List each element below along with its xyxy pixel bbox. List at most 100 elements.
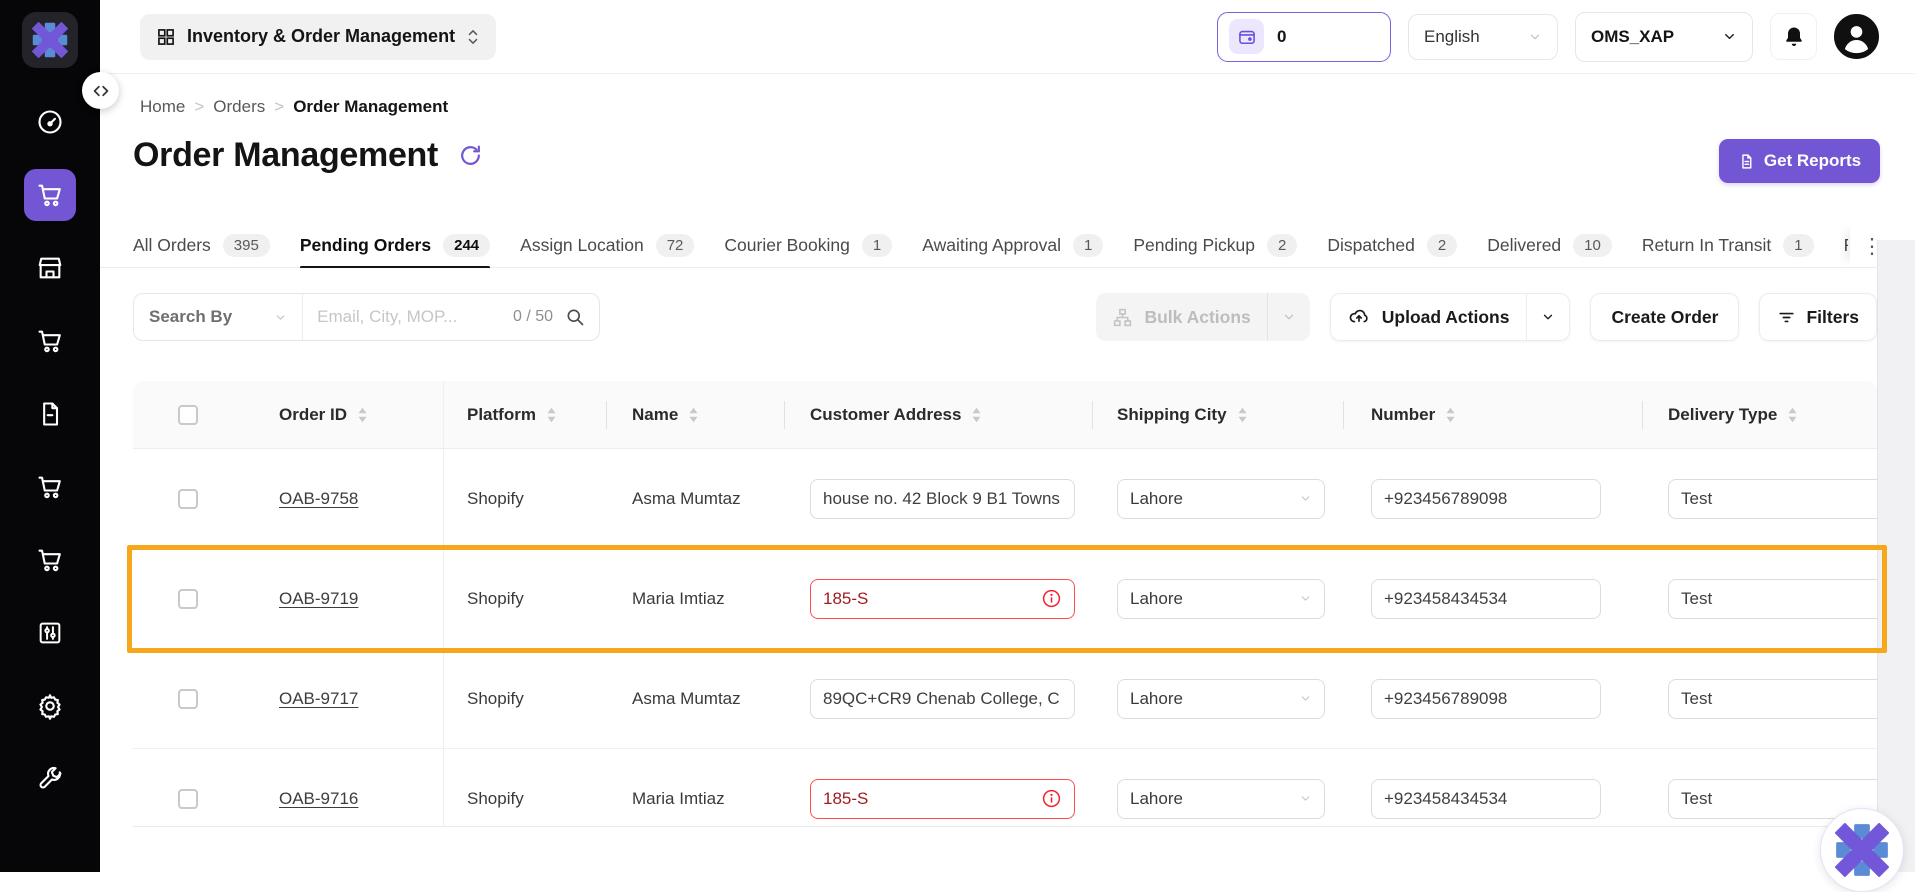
upload-actions-label: Upload Actions [1382,307,1510,328]
select-all-checkbox[interactable] [178,405,198,425]
customer-address-input[interactable]: house no. 42 Block 9 B1 Towns [810,479,1075,519]
refresh-icon [458,143,483,168]
tab-assign-location[interactable]: Assign Location 72 [520,222,694,268]
column-header-shipping-city[interactable]: Shipping City [1092,381,1343,449]
chevron-down-icon [274,311,287,324]
column-header-order-id[interactable]: Order ID [243,381,443,449]
sitemap-icon [1112,307,1133,328]
sidebar-item-orders[interactable] [24,169,76,221]
tab-count-badge: 244 [443,234,490,257]
corner-brand-badge[interactable] [1820,808,1904,892]
workspace-select[interactable]: OMS_XAP [1575,12,1753,62]
row-checkbox[interactable] [178,789,198,809]
order-id-link[interactable]: OAB-9717 [279,689,358,708]
order-id-link[interactable]: OAB-9716 [279,789,358,808]
cart-icon [36,473,64,501]
tab-delivered[interactable]: Delivered 10 [1487,222,1612,268]
number-input[interactable]: +923458434534 [1371,579,1601,619]
sidebar-item-purchases[interactable] [24,534,76,586]
workspace-value: OMS_XAP [1591,27,1674,47]
wallet-button[interactable]: 0 [1217,12,1391,62]
search-by-label: Search By [149,307,232,327]
sidebar-item-settings[interactable] [24,680,76,732]
document-icon [36,400,64,428]
notifications-button[interactable] [1770,13,1817,60]
row-checkbox[interactable] [178,689,198,709]
refresh-button[interactable] [458,143,483,168]
language-select[interactable]: English [1408,14,1558,60]
error-info-icon [1041,588,1062,609]
row-checkbox[interactable] [178,589,198,609]
tab-all-orders[interactable]: All Orders 395 [133,222,270,268]
breadcrumb-orders[interactable]: Orders [213,97,265,117]
delivery-type-input[interactable]: Test [1668,579,1877,619]
breadcrumb-home[interactable]: Home [140,97,185,117]
cart-icon [36,327,64,355]
sidebar-item-adjustments[interactable] [24,607,76,659]
sidebar [0,0,100,872]
app-logo[interactable] [22,12,78,68]
sidebar-item-dashboard[interactable] [24,96,76,148]
fixed-column-divider [443,381,444,826]
customer-address-input[interactable]: 185-S [810,779,1075,819]
toolbar-actions: Bulk Actions Upload Actions Create Order [1096,293,1877,341]
bulk-actions-button[interactable]: Bulk Actions [1096,293,1309,341]
column-header-platform[interactable]: Platform [443,381,606,449]
column-header-name[interactable]: Name [606,381,784,449]
sidebar-item-procurement[interactable] [24,315,76,367]
row-checkbox[interactable] [178,489,198,509]
chevron-down-icon [1299,692,1312,705]
sidebar-item-sales[interactable] [24,461,76,513]
upload-actions-button[interactable]: Upload Actions [1330,293,1571,341]
customer-address-input[interactable]: 185-S [810,579,1075,619]
sidebar-item-store[interactable] [24,242,76,294]
search-by-select[interactable]: Search By [134,307,302,327]
shipping-city-select[interactable]: Lahore [1117,679,1325,719]
table-row: OAB-9719 Shopify Maria Imtiaz 185-S Laho… [133,549,1877,649]
tab-count-badge: 2 [1267,234,1297,257]
create-order-button[interactable]: Create Order [1590,293,1739,341]
column-header-number[interactable]: Number [1343,381,1642,449]
number-input[interactable]: +923456789098 [1371,679,1601,719]
name-cell: Asma Mumtaz [632,689,741,708]
tab-pending-pickup[interactable]: Pending Pickup 2 [1133,222,1297,268]
search-button[interactable] [565,307,585,327]
tab-count-badge: 1 [862,234,892,257]
flower-logo-icon [1835,823,1889,877]
bell-icon [1782,25,1806,49]
delivery-type-input[interactable]: Test [1668,479,1877,519]
platform-cell: Shopify [467,589,524,608]
chevron-down-icon [1299,792,1312,805]
sort-icon [1787,406,1798,424]
tab-pending-orders[interactable]: Pending Orders 244 [300,222,490,268]
shipping-city-select[interactable]: Lahore [1117,779,1325,819]
tab-return-in-transit[interactable]: Return In Transit 1 [1642,222,1814,268]
filters-button[interactable]: Filters [1759,293,1877,341]
delivery-type-input[interactable]: Test [1668,679,1877,719]
number-input[interactable]: +923456789098 [1371,479,1601,519]
app-switcher[interactable]: Inventory & Order Management [140,14,496,60]
customer-address-input[interactable]: 89QC+CR9 Chenab College, C [810,679,1075,719]
number-input[interactable]: +923458434534 [1371,779,1601,819]
tab-courier-booking[interactable]: Courier Booking 1 [724,222,892,268]
tab-awaiting-approval[interactable]: Awaiting Approval 1 [922,222,1103,268]
user-avatar[interactable] [1834,14,1879,59]
order-id-link[interactable]: OAB-9758 [279,489,358,508]
column-header-customer-address[interactable]: Customer Address [784,381,1092,449]
sidebar-item-tools[interactable] [24,753,76,805]
sidebar-collapse-toggle[interactable] [82,72,119,109]
search-input[interactable] [303,307,509,327]
tab-dispatched[interactable]: Dispatched 2 [1327,222,1457,268]
platform-cell: Shopify [467,689,524,708]
shipping-city-select[interactable]: Lahore [1117,579,1325,619]
sort-icon [1445,406,1456,424]
language-value: English [1424,27,1480,47]
get-reports-button[interactable]: Get Reports [1719,139,1880,183]
sidebar-item-documents[interactable] [24,388,76,440]
order-id-link[interactable]: OAB-9719 [279,589,358,608]
appstore-grid-icon [156,27,176,47]
shipping-city-select[interactable]: Lahore [1117,479,1325,519]
tab-returned-c[interactable]: Returned C [1844,222,1848,268]
column-header-delivery-type[interactable]: Delivery Type [1642,381,1877,449]
filter-lines-icon [1777,308,1796,327]
